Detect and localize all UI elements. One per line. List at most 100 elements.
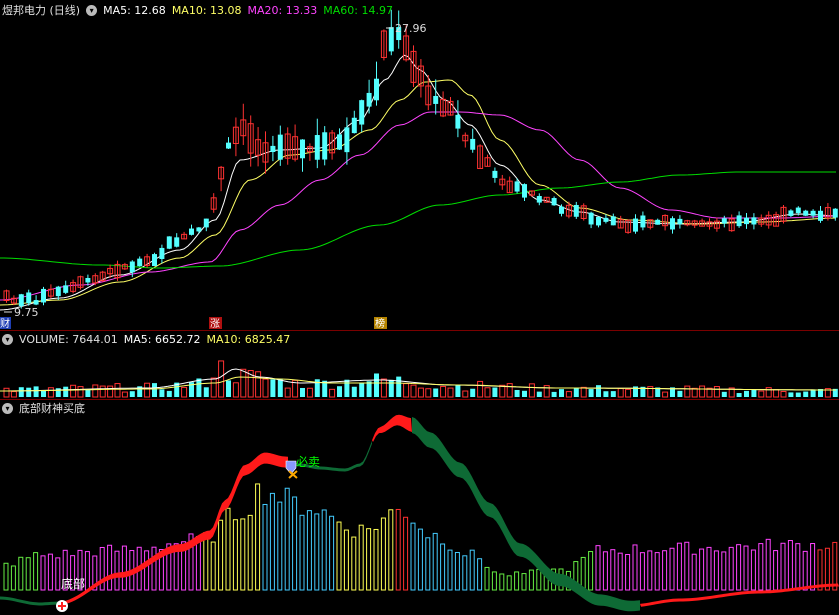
- collapse-toggle-icon[interactable]: ▾: [2, 333, 13, 345]
- indicator-bar: [240, 518, 246, 591]
- indicator-bar: [99, 546, 105, 591]
- ma-line: [0, 79, 837, 306]
- volume-bar: [33, 386, 39, 397]
- candle: [18, 293, 24, 309]
- volume-ma5-value: MA5: 6652.72: [123, 332, 201, 346]
- volume-bar: [99, 385, 106, 398]
- marker-zhang-badge[interactable]: [209, 317, 222, 329]
- chart-canvas[interactable]: 27.96 9.75 财 涨 榜 必卖 底部: [0, 0, 839, 615]
- candle: [543, 196, 550, 203]
- volume-bar: [129, 391, 135, 397]
- volume-bar: [181, 386, 188, 398]
- candle: [359, 99, 365, 133]
- candle: [396, 10, 402, 49]
- volume-bar: [314, 379, 320, 397]
- candle: [366, 79, 372, 114]
- bottom-signal-label: 底部: [61, 576, 85, 591]
- volume-bar: [744, 390, 749, 397]
- volume-bar: [277, 378, 283, 397]
- candle: [166, 236, 172, 250]
- volume-bar: [647, 386, 654, 398]
- candle-body: [765, 214, 772, 226]
- candle-body: [329, 132, 336, 154]
- volume-bar: [514, 389, 520, 397]
- volume-bar: [670, 387, 675, 397]
- candle-body: [588, 212, 594, 225]
- volume-bar: [603, 391, 609, 397]
- volume-bar: [18, 387, 24, 397]
- indicator-bar: [10, 565, 16, 591]
- collapse-toggle-icon[interactable]: ▾: [86, 4, 98, 16]
- volume-bar: [788, 392, 794, 397]
- volume-ma-lines: [0, 368, 836, 392]
- candle-body: [137, 258, 143, 267]
- stock-title[interactable]: 煜邦电力 (日线): [2, 2, 80, 18]
- candle: [780, 205, 787, 224]
- indicator-bar: [277, 501, 283, 591]
- indicator-bar: [151, 546, 157, 591]
- candle: [596, 216, 601, 228]
- volume-bar: [433, 388, 439, 397]
- indicator-bar: [343, 529, 349, 591]
- candle: [174, 233, 180, 248]
- marker-zhang: 涨: [210, 318, 220, 330]
- candle: [795, 206, 801, 216]
- candle: [773, 211, 780, 227]
- candle-body: [314, 135, 320, 160]
- candle-body: [499, 178, 506, 186]
- volume-bar: [270, 379, 276, 397]
- candle: [670, 216, 675, 234]
- indicator-bar: [306, 510, 312, 591]
- candle-body: [70, 282, 77, 292]
- volume-bar: [337, 386, 342, 397]
- candle-body: [810, 210, 816, 216]
- candle: [824, 203, 831, 221]
- candle: [736, 211, 742, 228]
- indicator-bar: [543, 572, 549, 591]
- marker-cai-badge[interactable]: [0, 317, 11, 329]
- indicator-bar: [114, 550, 120, 591]
- candle-body: [603, 217, 609, 222]
- indicator-header: ▾ 底部财神买底: [2, 401, 85, 415]
- candle: [699, 218, 706, 227]
- candle-body: [670, 218, 675, 230]
- candlesticks: [3, 9, 838, 309]
- candle: [832, 208, 838, 221]
- indicator-bar: [654, 552, 660, 591]
- volume-bar: [691, 387, 698, 398]
- indicator-bar: [262, 503, 268, 591]
- volume-bar: [765, 387, 772, 398]
- volume-header: ▾ VOLUME: 7644.01 MA5: 6652.72 MA10: 682…: [2, 332, 290, 346]
- indicator-bar: [299, 514, 305, 591]
- candle-body: [3, 290, 10, 301]
- candle: [380, 29, 387, 61]
- candle-body: [337, 134, 342, 150]
- candle: [691, 219, 698, 228]
- indicator-bar: [158, 549, 164, 591]
- collapse-toggle-icon[interactable]: ▾: [2, 402, 13, 414]
- candle: [440, 91, 447, 118]
- candle: [706, 218, 713, 230]
- candle-body: [610, 216, 616, 226]
- candle: [322, 126, 328, 166]
- candle: [765, 211, 772, 229]
- candle-body: [803, 210, 809, 216]
- indicator-bar: [18, 556, 24, 591]
- indicator-bar: [203, 532, 209, 591]
- marker-bang-badge[interactable]: [374, 317, 387, 329]
- volume-bar: [174, 382, 180, 397]
- candle: [603, 214, 609, 224]
- indicator-bar: [232, 519, 238, 591]
- volume-bar: [388, 379, 394, 397]
- volume-bar: [306, 387, 313, 398]
- volume-bar: [736, 393, 742, 397]
- candle-body: [121, 264, 128, 270]
- volume-bar: [543, 385, 550, 398]
- candle: [284, 127, 291, 165]
- candle-body: [63, 285, 69, 293]
- candle: [484, 154, 491, 167]
- volume-bar: [47, 387, 54, 398]
- candle: [559, 204, 564, 217]
- volume-bar: [121, 391, 128, 398]
- indicator-band: [0, 414, 839, 612]
